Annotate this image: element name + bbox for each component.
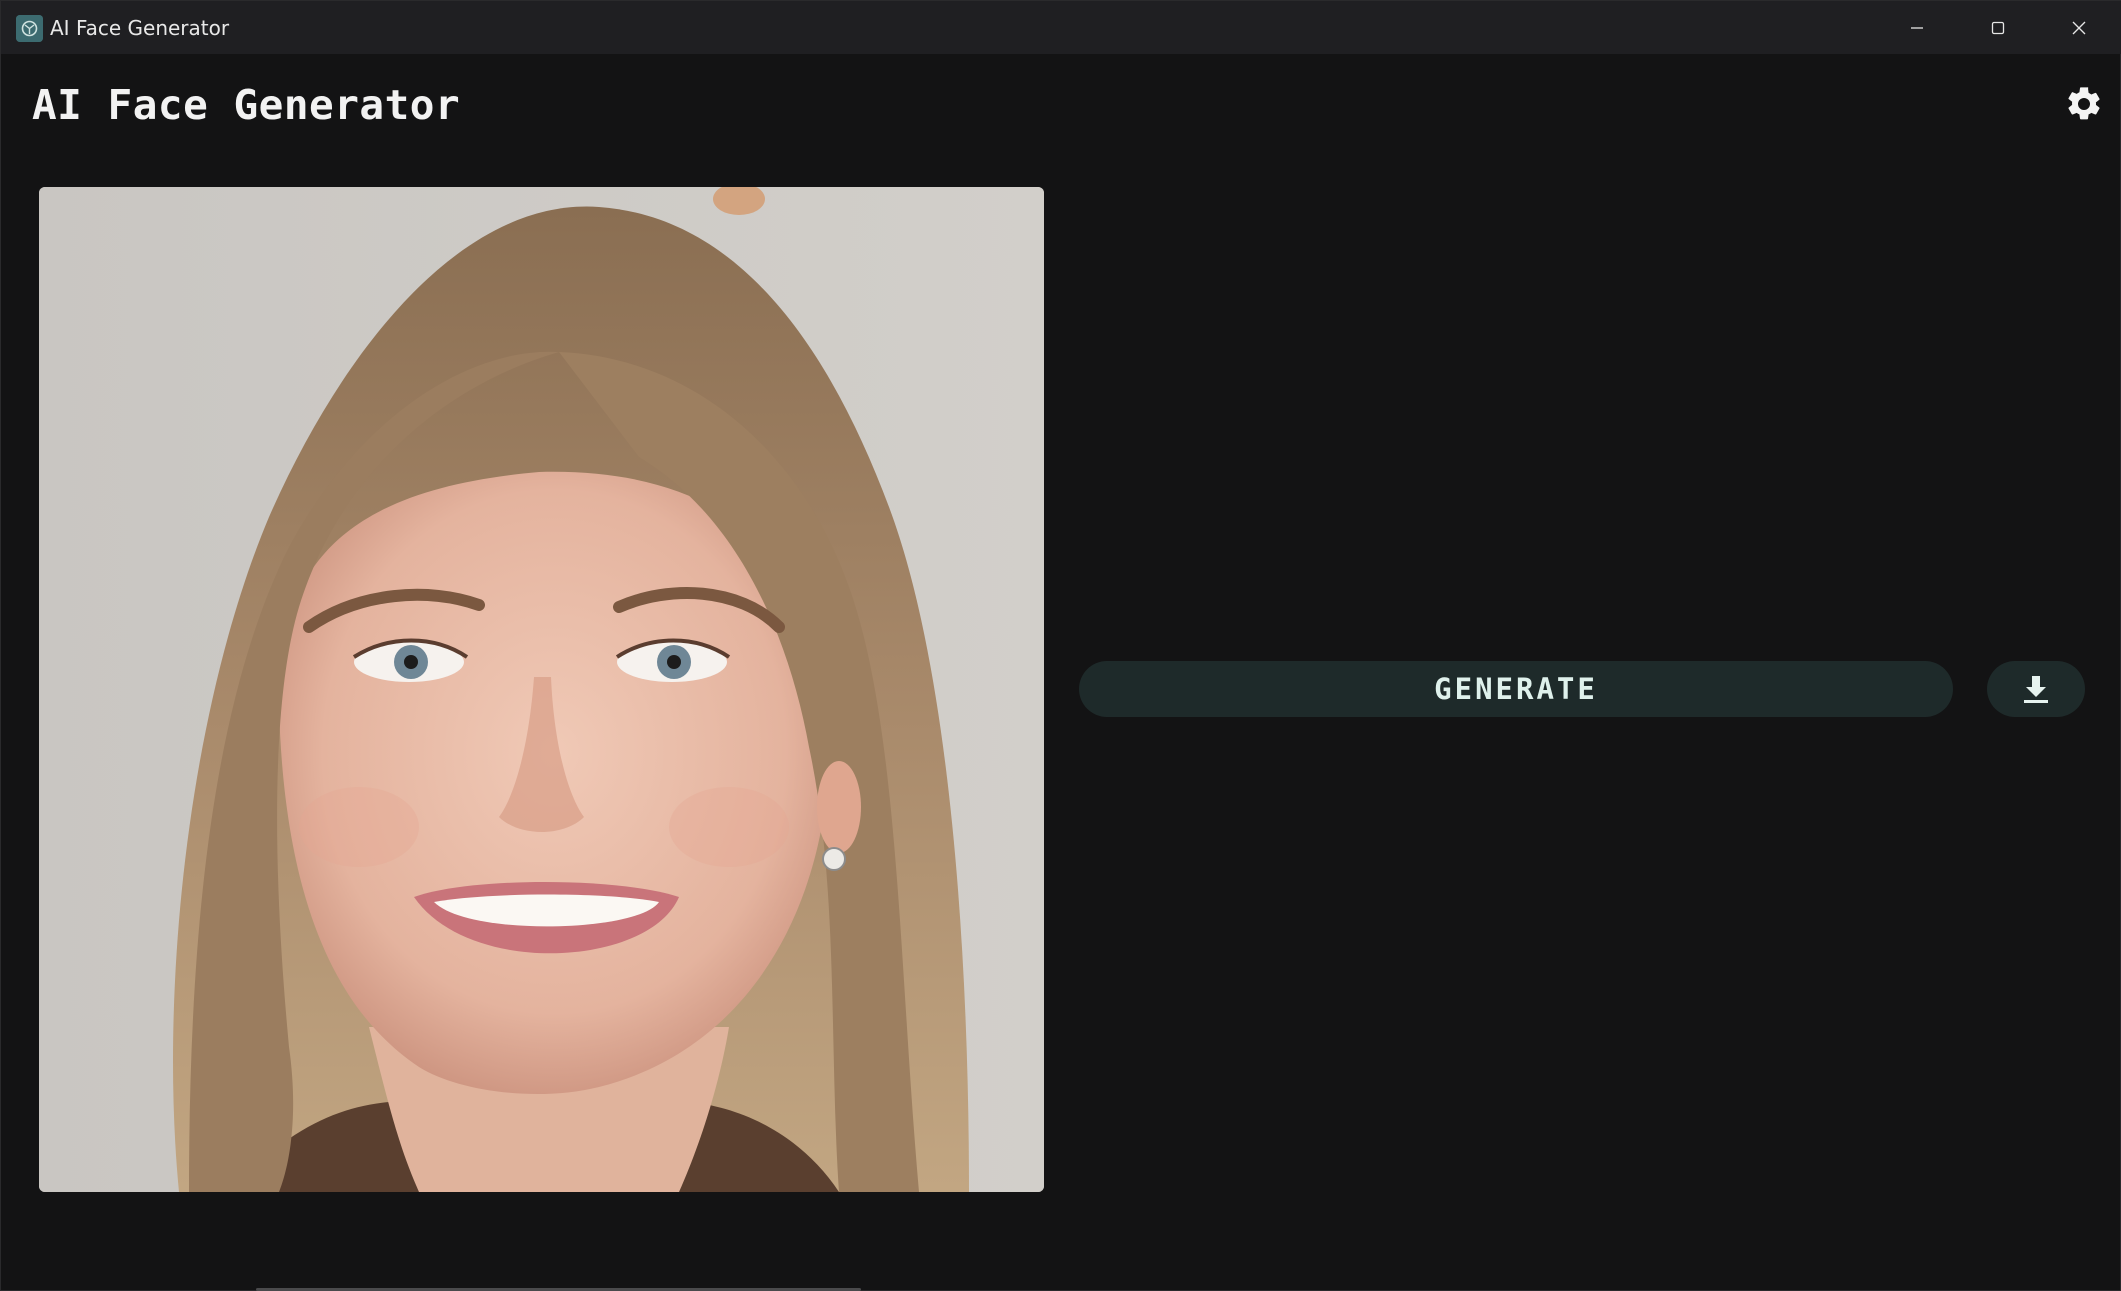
close-button[interactable] [2039,1,2119,54]
maximize-button[interactable] [1958,1,2038,54]
close-icon [2072,21,2086,34]
app-window: AI Face Generator AI Face Generator GENE… [0,0,2121,1291]
download-icon [2024,676,2048,703]
generate-button[interactable]: GENERATE [1079,661,1953,717]
maximize-icon [1991,21,2005,34]
page-title: AI Face Generator [32,81,461,129]
gear-icon [2068,87,2100,120]
app-icon [16,15,43,42]
minimize-button[interactable] [1877,1,1957,54]
download-button[interactable] [1987,661,2085,717]
generated-face-image [39,187,1044,1192]
title-bar[interactable]: AI Face Generator [1,1,2121,54]
minimize-icon [1911,26,1923,29]
settings-button[interactable] [2064,84,2104,124]
window-title: AI Face Generator [50,16,230,40]
